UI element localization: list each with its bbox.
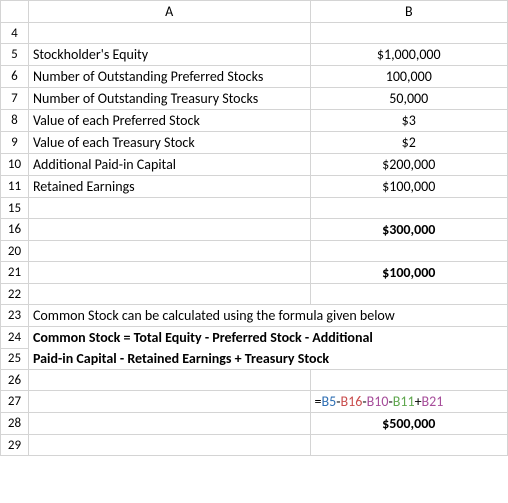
- row-header[interactable]: 10: [1, 154, 29, 176]
- cell-a6[interactable]: Number of Outstanding Preferred Stocks: [28, 66, 310, 88]
- cell-a22[interactable]: [28, 284, 310, 305]
- cell-b29[interactable]: [310, 435, 507, 456]
- row-11: 11 Retained Earnings $100,000: [1, 176, 508, 198]
- row-5: 5 Stockholder's Equity $1,000,000: [1, 44, 508, 66]
- cell-b11[interactable]: $100,000: [310, 176, 507, 198]
- cell-b22[interactable]: [310, 284, 507, 305]
- row-6: 6 Number of Outstanding Preferred Stocks…: [1, 66, 508, 88]
- cell-b7[interactable]: 50,000: [310, 88, 507, 110]
- row-9: 9 Value of each Treasury Stock $2: [1, 132, 508, 154]
- cell-b21[interactable]: $100,000: [310, 262, 507, 284]
- cell-a16[interactable]: Preferred Stock: [28, 219, 310, 241]
- cell-a20[interactable]: [28, 241, 310, 262]
- cell-a5[interactable]: Stockholder's Equity: [28, 44, 310, 66]
- cell-b28[interactable]: $500,000: [310, 413, 507, 435]
- row-header[interactable]: 5: [1, 44, 29, 66]
- row-8: 8 Value of each Preferred Stock $3: [1, 110, 508, 132]
- row-header[interactable]: 7: [1, 88, 29, 110]
- row-4: 4: [1, 23, 508, 44]
- cell-b4[interactable]: [310, 23, 507, 44]
- formula-op: +: [415, 393, 422, 410]
- formula-ref-b16: B16: [341, 393, 363, 410]
- row-header[interactable]: 23: [1, 305, 29, 327]
- row-header[interactable]: 6: [1, 66, 29, 88]
- cell-a26[interactable]: [28, 370, 310, 391]
- cell-a25[interactable]: Paid-in Capital - Retained Earnings + Tr…: [28, 348, 507, 370]
- formula-eq: =: [315, 393, 322, 410]
- cell-b6[interactable]: 100,000: [310, 66, 507, 88]
- cell-a10[interactable]: Additional Paid-in Capital: [28, 154, 310, 176]
- row-27: 27 Common Stock Formula =B5-B16-B10-B11+…: [1, 391, 508, 413]
- row-header[interactable]: 26: [1, 370, 29, 391]
- row-23: 23 Common Stock can be calculated using …: [1, 305, 508, 327]
- row-21: 21 Treasury Stock $100,000: [1, 262, 508, 284]
- row-header[interactable]: 16: [1, 219, 29, 241]
- cell-a8[interactable]: Value of each Preferred Stock: [28, 110, 310, 132]
- cell-a27[interactable]: Common Stock Formula: [28, 391, 310, 413]
- row-28: 28 Common Stock $500,000: [1, 413, 508, 435]
- row-header[interactable]: 28: [1, 413, 29, 435]
- row-10: 10 Additional Paid-in Capital $200,000: [1, 154, 508, 176]
- cell-a24[interactable]: Common Stock = Total Equity - Preferred …: [28, 327, 507, 349]
- col-header-b[interactable]: B: [310, 1, 507, 23]
- cell-a21[interactable]: Treasury Stock: [28, 262, 310, 284]
- cell-a11[interactable]: Retained Earnings: [28, 176, 310, 198]
- row-header[interactable]: 29: [1, 435, 29, 456]
- cell-a9[interactable]: Value of each Treasury Stock: [28, 132, 310, 154]
- cell-a23[interactable]: Common Stock can be calculated using the…: [28, 305, 507, 327]
- row-header[interactable]: 9: [1, 132, 29, 154]
- cell-b5[interactable]: $1,000,000: [310, 44, 507, 66]
- formula-ref-b10: B10: [367, 393, 389, 410]
- formula-ref-b11: B11: [393, 393, 415, 410]
- row-header[interactable]: 25: [1, 348, 29, 370]
- corner-cell[interactable]: [1, 1, 29, 23]
- row-header[interactable]: 27: [1, 391, 29, 413]
- cell-b26[interactable]: [310, 370, 507, 391]
- spreadsheet[interactable]: A B 4 5 Stockholder's Equity $1,000,000 …: [0, 0, 508, 456]
- cell-b10[interactable]: $200,000: [310, 154, 507, 176]
- row-26: 26: [1, 370, 508, 391]
- cell-b20[interactable]: [310, 241, 507, 262]
- cell-a29[interactable]: [28, 435, 310, 456]
- row-20: 20: [1, 241, 508, 262]
- col-header-a[interactable]: A: [28, 1, 310, 23]
- cell-a15[interactable]: [28, 198, 310, 219]
- row-header[interactable]: 8: [1, 110, 29, 132]
- formula-ref-b21: B21: [422, 393, 444, 410]
- cell-b9[interactable]: $2: [310, 132, 507, 154]
- cell-b27[interactable]: =B5-B16-B10-B11+B21: [310, 391, 507, 413]
- row-7: 7 Number of Outstanding Treasury Stocks …: [1, 88, 508, 110]
- row-header[interactable]: 4: [1, 23, 29, 44]
- cell-b16[interactable]: $300,000: [310, 219, 507, 241]
- cell-b8[interactable]: $3: [310, 110, 507, 132]
- row-header[interactable]: 20: [1, 241, 29, 262]
- row-header[interactable]: 22: [1, 284, 29, 305]
- formula-ref-b5: B5: [322, 393, 337, 410]
- row-header[interactable]: 21: [1, 262, 29, 284]
- row-22: 22: [1, 284, 508, 305]
- row-24: 24 Common Stock = Total Equity - Preferr…: [1, 327, 508, 349]
- row-header[interactable]: 11: [1, 176, 29, 198]
- cell-a7[interactable]: Number of Outstanding Treasury Stocks: [28, 88, 310, 110]
- column-header-row: A B: [1, 1, 508, 23]
- row-29: 29: [1, 435, 508, 456]
- row-15: 15: [1, 198, 508, 219]
- row-header[interactable]: 24: [1, 327, 29, 349]
- cell-a4[interactable]: [28, 23, 310, 44]
- row-header[interactable]: 15: [1, 198, 29, 219]
- row-25: 25 Paid-in Capital - Retained Earnings +…: [1, 348, 508, 370]
- cell-a28[interactable]: Common Stock: [28, 413, 310, 435]
- cell-b15[interactable]: [310, 198, 507, 219]
- row-16: 16 Preferred Stock $300,000: [1, 219, 508, 241]
